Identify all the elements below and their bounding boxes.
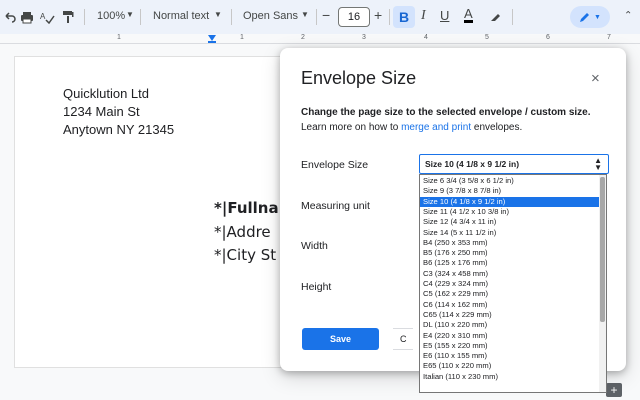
dropdown-option[interactable]: B5 (176 x 250 mm) <box>420 248 600 258</box>
dropdown-option[interactable]: Size 11 (4 1/2 x 10 3/8 in) <box>420 207 600 217</box>
decrease-font-size-button[interactable]: − <box>322 7 330 23</box>
height-label: Height <box>301 281 332 293</box>
dropdown-option[interactable]: DL (110 x 220 mm) <box>420 320 600 330</box>
ruler-mark: 7 <box>607 34 611 41</box>
learn-more-suffix: envelopes. <box>471 122 523 133</box>
toolbar: A 100% ▼ Normal text ▼ Open Sans ▼ − 16 … <box>0 0 640 34</box>
sender-city: Anytown NY 21345 <box>63 122 175 137</box>
ruler-mark: 3 <box>362 34 366 41</box>
toolbar-divider <box>231 9 232 25</box>
dropdown-option[interactable]: E4 (220 x 310 mm) <box>420 331 600 341</box>
save-button[interactable]: Save <box>302 328 379 350</box>
ruler-mark: 1 <box>240 34 244 41</box>
dropdown-option[interactable]: Size 9 (3 7/8 x 8 7/8 in) <box>420 186 600 196</box>
chevron-down-icon: ▼ <box>214 10 222 19</box>
dropdown-option[interactable]: Size 10 (4 1/8 x 9 1/2 in) <box>420 196 600 207</box>
dropdown-option[interactable]: B4 (250 x 353 mm) <box>420 238 600 248</box>
italic-button[interactable]: I <box>421 8 426 24</box>
select-value: Size 10 (4 1/8 x 9 1/2 in) <box>425 159 520 169</box>
envelope-size-dropdown[interactable]: Size 6 3/4 (3 5/8 x 6 1/2 in) Size 9 (3 7… <box>419 174 607 393</box>
toolbar-divider <box>512 9 513 25</box>
toolbar-divider <box>389 9 390 25</box>
print-icon[interactable] <box>17 7 37 27</box>
dropdown-scrollbar-thumb[interactable] <box>600 177 605 322</box>
spellcheck-icon[interactable]: A <box>37 7 57 27</box>
ruler-mark: 2 <box>301 34 305 41</box>
dropdown-option[interactable]: Size 14 (5 x 11 1/2 in) <box>420 228 600 238</box>
width-label: Width <box>301 240 328 252</box>
bold-button[interactable]: B <box>393 6 415 28</box>
measuring-unit-label: Measuring unit <box>301 200 370 212</box>
dropdown-option[interactable]: C4 (229 x 324 mm) <box>420 279 600 289</box>
toolbar-divider <box>316 9 317 25</box>
merge-field-city: *|City St <box>214 246 277 264</box>
dropdown-option[interactable]: Size 12 (4 3/4 x 11 in) <box>420 217 600 227</box>
envelope-size-label: Envelope Size <box>301 159 369 171</box>
dropdown-option[interactable]: E6 (110 x 155 mm) <box>420 351 600 361</box>
learn-more-text: Learn more on how to merge and print env… <box>301 122 522 133</box>
cancel-button-label: C <box>400 334 407 344</box>
font-size-input[interactable]: 16 <box>338 7 370 27</box>
collapse-toolbar-icon[interactable]: ⌄ <box>624 8 632 19</box>
dropdown-option[interactable]: C6 (114 x 162 mm) <box>420 300 600 310</box>
chevron-down-icon: ▼ <box>126 10 134 19</box>
ruler-mark: 4 <box>424 34 428 41</box>
text-color-button[interactable]: A <box>464 7 473 23</box>
merge-field-fullname: *|Fullna <box>214 199 279 217</box>
increase-font-size-button[interactable]: + <box>374 7 382 23</box>
edit-pen-icon <box>580 13 590 22</box>
dropdown-option[interactable]: E65 (110 x 220 mm) <box>420 361 600 371</box>
ruler-mark: 6 <box>546 34 550 41</box>
style-select[interactable]: Normal text <box>153 10 209 22</box>
indent-marker-bar[interactable] <box>208 41 216 43</box>
expand-icon[interactable]: + <box>606 383 622 397</box>
dropdown-option[interactable]: E5 (155 x 220 mm) <box>420 341 600 351</box>
cancel-button[interactable]: C <box>393 328 413 350</box>
merge-and-print-link[interactable]: merge and print <box>401 122 471 133</box>
dropdown-option[interactable]: C5 (162 x 229 mm) <box>420 289 600 299</box>
editing-mode-button[interactable]: ▼ <box>570 6 610 28</box>
merge-field-address: *|Addre <box>214 223 271 241</box>
up-down-caret-icon: ▲ ▼ <box>594 156 602 172</box>
envelope-size-select[interactable]: Size 10 (4 1/8 x 9 1/2 in) ▲ ▼ <box>419 154 609 174</box>
chevron-down-icon: ▼ <box>301 10 309 19</box>
toolbar-divider <box>84 9 85 25</box>
dropdown-option[interactable]: C3 (324 x 458 mm) <box>420 269 600 279</box>
toolbar-divider <box>140 9 141 25</box>
dropdown-option[interactable]: C65 (114 x 229 mm) <box>420 310 600 320</box>
sender-street: 1234 Main St <box>63 104 140 119</box>
zoom-select[interactable]: 100% <box>97 10 125 22</box>
paint-format-icon[interactable] <box>58 7 78 27</box>
learn-more-prefix: Learn more on how to <box>301 122 402 133</box>
sender-company: Quicklution Ltd <box>63 86 149 101</box>
underline-button[interactable]: U <box>440 8 449 23</box>
close-icon[interactable]: × <box>591 70 600 87</box>
dropdown-scrollbar[interactable] <box>599 175 606 392</box>
chevron-down-icon: ▼ <box>594 13 601 21</box>
dropdown-option[interactable]: Italian (110 x 230 mm) <box>420 372 600 382</box>
highlighter-icon[interactable] <box>485 7 505 27</box>
ruler-mark: 5 <box>485 34 489 41</box>
font-select[interactable]: Open Sans <box>243 10 298 22</box>
dropdown-option[interactable]: B6 (125 x 176 mm) <box>420 258 600 268</box>
svg-text:A: A <box>40 12 46 21</box>
ruler[interactable]: 1 1 2 3 4 5 6 7 <box>0 34 640 44</box>
dialog-description: Change the page size to the selected env… <box>301 107 591 118</box>
dialog-title: Envelope Size <box>301 68 417 88</box>
dropdown-option[interactable]: Size 6 3/4 (3 5/8 x 6 1/2 in) <box>420 176 600 186</box>
ruler-mark: 1 <box>117 34 121 41</box>
